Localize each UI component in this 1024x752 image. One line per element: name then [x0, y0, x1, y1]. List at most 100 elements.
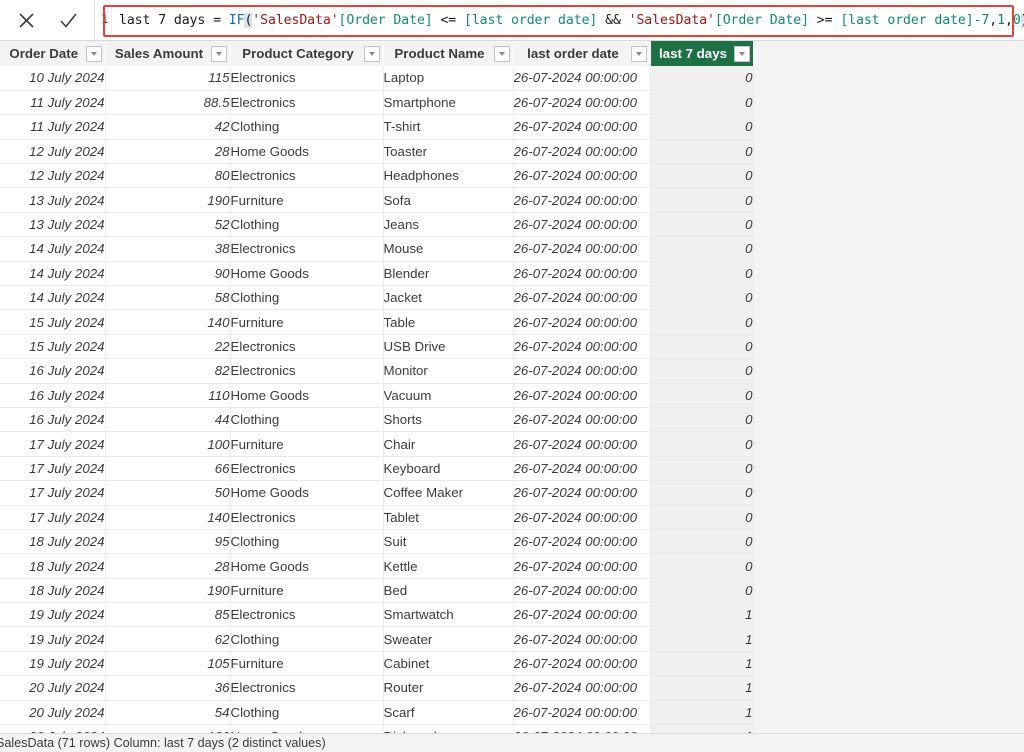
table-row[interactable]: 17 July 2024 66 Electronics Keyboard 26-07-2… [0, 456, 754, 482]
cell-product_category[interactable]: Electronics [230, 163, 384, 189]
cell-last_7_days[interactable]: 0 [650, 505, 754, 530]
cell-last_7_days[interactable]: 0 [650, 66, 754, 91]
cell-order_date[interactable]: 18 July 2024 [0, 578, 106, 604]
cell-sales_amount[interactable]: 44 [105, 407, 231, 433]
cell-sales_amount[interactable]: 38 [105, 236, 231, 262]
formula-editor[interactable]: 1 last 7 days = IF('SalesData' [Order Dat… [95, 0, 1024, 40]
check-icon[interactable] [55, 7, 81, 33]
column-header-product_name[interactable]: Product Name [383, 41, 514, 66]
cell-product_category[interactable]: Electronics [230, 236, 384, 262]
cell-product_name[interactable]: Router [383, 675, 514, 701]
cell-product_category[interactable]: Home Goods [230, 139, 384, 165]
cell-product_category[interactable]: Clothing [230, 285, 384, 311]
cell-order_date[interactable]: 17 July 2024 [0, 431, 106, 457]
cell-order_date[interactable]: 17 July 2024 [0, 480, 106, 506]
cell-product_category[interactable]: Home Goods [230, 553, 384, 579]
cell-product_category[interactable]: Clothing [230, 529, 384, 555]
column-header-last_order_date[interactable]: last order date [513, 41, 651, 66]
table-row[interactable]: 10 July 2024 115 Electronics Laptop 26-07-20… [0, 66, 754, 91]
table-row[interactable]: 18 July 2024 190 Furniture Bed 26-07-2024 00… [0, 578, 754, 604]
dax-formula-input[interactable]: last 7 days = IF('SalesData' [Order Date]… [111, 5, 1024, 35]
cell-last_order_date[interactable]: 26-07-2024 00:00:00 [513, 187, 651, 213]
table-row[interactable]: 11 July 2024 88.5 Electronics Smartphone 26-… [0, 90, 754, 116]
cell-product_category[interactable]: Clothing [230, 626, 384, 652]
cell-product_name[interactable]: Coffee Maker [383, 480, 514, 506]
chevron-down-icon[interactable] [363, 45, 380, 62]
cell-product_category[interactable]: Clothing [230, 700, 384, 726]
cell-product_category[interactable]: Home Goods [230, 383, 384, 408]
table-row[interactable]: 16 July 2024 44 Clothing Shorts 26-07-2024 0… [0, 407, 754, 433]
cell-order_date[interactable]: 16 July 2024 [0, 407, 106, 433]
cell-product_name[interactable]: Smartphone [383, 90, 514, 116]
cell-order_date[interactable]: 11 July 2024 [0, 90, 106, 116]
cell-order_date[interactable]: 15 July 2024 [0, 309, 106, 335]
cell-product_category[interactable]: Home Goods [230, 261, 384, 287]
cell-order_date[interactable]: 18 July 2024 [0, 553, 106, 579]
cell-last_7_days[interactable]: 0 [650, 139, 754, 165]
cell-last_order_date[interactable]: 26-07-2024 00:00:00 [513, 90, 651, 116]
cell-sales_amount[interactable]: 85 [105, 602, 231, 628]
cell-last_7_days[interactable]: 0 [650, 383, 754, 408]
cell-sales_amount[interactable]: 115 [105, 66, 231, 91]
cell-product_name[interactable]: Keyboard [383, 456, 514, 482]
cell-last_order_date[interactable]: 26-07-2024 00:00:00 [513, 139, 651, 165]
cell-last_7_days[interactable]: 0 [650, 553, 754, 579]
cell-order_date[interactable]: 19 July 2024 [0, 602, 106, 628]
table-row[interactable]: 15 July 2024 140 Furniture Table 26-07-2024 … [0, 309, 754, 335]
cell-product_category[interactable]: Electronics [230, 675, 384, 701]
cell-last_order_date[interactable]: 26-07-2024 00:00:00 [513, 578, 651, 604]
column-header-product_category[interactable]: Product Category [230, 41, 384, 66]
table-row[interactable]: 15 July 2024 22 Electronics USB Drive 26-07-… [0, 334, 754, 360]
cell-product_name[interactable]: Cabinet [383, 651, 514, 677]
table-row[interactable]: 18 July 2024 28 Home Goods Kettle 26-07-2024… [0, 553, 754, 579]
cell-order_date[interactable]: 10 July 2024 [0, 66, 106, 91]
cell-product_name[interactable]: Vacuum [383, 383, 514, 408]
cell-sales_amount[interactable]: 62 [105, 626, 231, 652]
cell-order_date[interactable]: 17 July 2024 [0, 456, 106, 482]
table-row[interactable]: 12 July 2024 80 Electronics Headphones 26-07… [0, 163, 754, 189]
cell-order_date[interactable]: 15 July 2024 [0, 334, 106, 360]
cell-sales_amount[interactable]: 190 [105, 187, 231, 213]
cell-product_name[interactable]: Scarf [383, 700, 514, 726]
cell-last_order_date[interactable]: 26-07-2024 00:00:00 [513, 602, 651, 628]
cell-product_category[interactable]: Home Goods [230, 724, 384, 733]
cell-last_order_date[interactable]: 26-07-2024 00:00:00 [513, 212, 651, 238]
table-row[interactable]: 17 July 2024 100 Furniture Chair 26-07-2024 … [0, 431, 754, 457]
close-icon[interactable] [13, 7, 39, 33]
cell-order_date[interactable]: 19 July 2024 [0, 651, 106, 677]
chevron-down-icon[interactable] [493, 45, 510, 62]
cell-last_order_date[interactable]: 26-07-2024 00:00:00 [513, 431, 651, 457]
cell-product_category[interactable]: Furniture [230, 187, 384, 213]
cell-sales_amount[interactable]: 95 [105, 529, 231, 555]
cell-last_7_days[interactable]: 0 [650, 358, 754, 384]
cell-order_date[interactable]: 17 July 2024 [0, 505, 106, 530]
cell-last_order_date[interactable]: 26-07-2024 00:00:00 [513, 163, 651, 189]
cell-order_date[interactable]: 12 July 2024 [0, 163, 106, 189]
cell-product_name[interactable]: T-shirt [383, 114, 514, 140]
table-row[interactable]: 14 July 2024 58 Clothing Jacket 26-07-2024 0… [0, 285, 754, 311]
cell-sales_amount[interactable]: 140 [105, 505, 231, 530]
table-row[interactable]: 16 July 2024 82 Electronics Monitor 26-07-20… [0, 358, 754, 384]
cell-last_7_days[interactable]: 0 [650, 480, 754, 506]
cell-last_7_days[interactable]: 0 [650, 578, 754, 604]
cell-product_category[interactable]: Furniture [230, 578, 384, 604]
cell-last_order_date[interactable]: 26-07-2024 00:00:00 [513, 334, 651, 360]
cell-product_name[interactable]: Suit [383, 529, 514, 555]
cell-last_order_date[interactable]: 26-07-2024 00:00:00 [513, 261, 651, 287]
column-header-last_7_days[interactable]: last 7 days [650, 41, 754, 66]
cell-last_order_date[interactable]: 26-07-2024 00:00:00 [513, 480, 651, 506]
cell-product_category[interactable]: Furniture [230, 309, 384, 335]
cell-last_7_days[interactable]: 1 [650, 651, 754, 677]
cell-last_7_days[interactable]: 0 [650, 90, 754, 116]
cell-last_order_date[interactable]: 26-07-2024 00:00:00 [513, 407, 651, 433]
cell-product_name[interactable]: Dishwasher [383, 724, 514, 733]
cell-last_order_date[interactable]: 26-07-2024 00:00:00 [513, 285, 651, 311]
cell-product_name[interactable]: Headphones [383, 163, 514, 189]
cell-sales_amount[interactable]: 58 [105, 285, 231, 311]
cell-order_date[interactable]: 20 July 2024 [0, 700, 106, 726]
table-row[interactable]: 13 July 2024 190 Furniture Sofa 26-07-2024 0… [0, 187, 754, 213]
cell-product_name[interactable]: Chair [383, 431, 514, 457]
cell-product_category[interactable]: Electronics [230, 505, 384, 530]
cell-product_category[interactable]: Clothing [230, 407, 384, 433]
cell-last_7_days[interactable]: 0 [650, 114, 754, 140]
